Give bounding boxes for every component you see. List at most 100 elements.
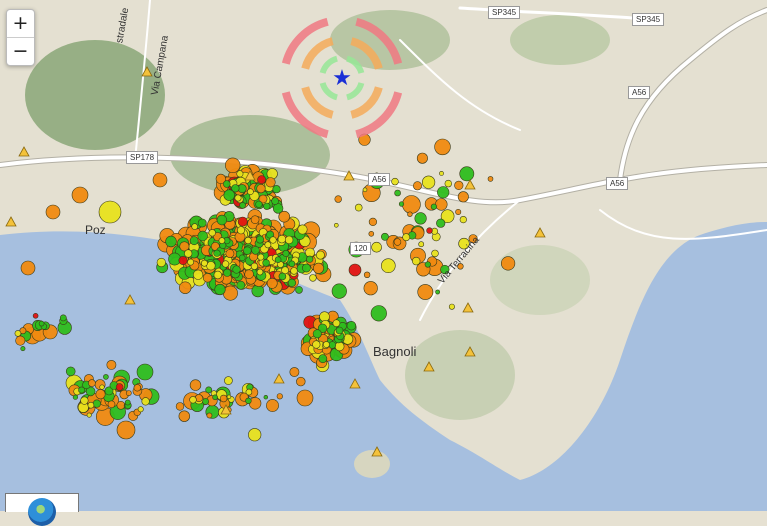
earthquake-dot[interactable] bbox=[368, 231, 375, 237]
earthquake-dot[interactable] bbox=[418, 241, 425, 248]
earthquake-dot[interactable] bbox=[434, 138, 451, 156]
earthquake-dot[interactable] bbox=[334, 341, 345, 352]
earthquake-dot[interactable] bbox=[402, 195, 421, 214]
earthquake-dot[interactable] bbox=[272, 203, 284, 214]
earthquake-dot[interactable] bbox=[236, 170, 244, 178]
earthquake-dot[interactable] bbox=[435, 198, 448, 211]
earthquake-dot[interactable] bbox=[137, 406, 144, 413]
earthquake-dot[interactable] bbox=[92, 399, 101, 408]
earthquake-dot[interactable] bbox=[202, 273, 213, 283]
earthquake-dot[interactable] bbox=[334, 195, 342, 203]
earthquake-dot[interactable] bbox=[38, 320, 45, 327]
earthquake-dot[interactable] bbox=[444, 179, 452, 188]
earthquake-dot[interactable] bbox=[380, 232, 389, 241]
earthquake-dot[interactable] bbox=[244, 269, 254, 279]
earthquake-dot[interactable] bbox=[295, 286, 303, 294]
earthquake-dot[interactable] bbox=[98, 200, 122, 224]
earthquake-dot[interactable] bbox=[331, 283, 347, 299]
earthquake-dot[interactable] bbox=[178, 255, 188, 265]
earthquake-dot[interactable] bbox=[394, 189, 401, 197]
earthquake-dot[interactable] bbox=[266, 399, 279, 412]
earthquake-dot[interactable] bbox=[309, 274, 317, 282]
earthquake-dot[interactable] bbox=[116, 420, 136, 440]
earthquake-dot[interactable] bbox=[231, 184, 240, 193]
earthquake-dot[interactable] bbox=[257, 253, 265, 261]
earthquake-dot[interactable] bbox=[251, 246, 260, 255]
earthquake-dot[interactable] bbox=[156, 257, 166, 268]
earthquake-dot[interactable] bbox=[99, 384, 105, 390]
earthquake-dot[interactable] bbox=[269, 236, 277, 244]
earthquake-dot[interactable] bbox=[448, 303, 455, 310]
earthquake-dot[interactable] bbox=[103, 374, 109, 380]
earthquake-dot[interactable] bbox=[262, 259, 270, 267]
earthquake-dot[interactable] bbox=[263, 202, 271, 210]
earthquake-dot[interactable] bbox=[306, 255, 314, 263]
earthquake-dot[interactable] bbox=[205, 386, 213, 394]
earthquake-dot[interactable] bbox=[225, 249, 235, 258]
earthquake-dot[interactable] bbox=[65, 366, 76, 377]
earthquake-dot[interactable] bbox=[274, 256, 282, 264]
earthquake-dot[interactable] bbox=[152, 172, 168, 188]
earthquake-dot[interactable] bbox=[78, 386, 85, 394]
earthquake-dot[interactable] bbox=[417, 284, 434, 300]
earthquake-dot[interactable] bbox=[455, 209, 462, 216]
earthquake-dot[interactable] bbox=[239, 202, 246, 209]
earthquake-dot[interactable] bbox=[115, 383, 124, 391]
earthquake-dot[interactable] bbox=[106, 359, 117, 370]
earthquake-dot[interactable] bbox=[312, 262, 324, 274]
earthquake-dot[interactable] bbox=[328, 341, 337, 349]
earthquake-dot[interactable] bbox=[250, 215, 260, 224]
earthquake-dot[interactable] bbox=[272, 185, 281, 194]
earthquake-dot[interactable] bbox=[318, 354, 328, 364]
earthquake-dot[interactable] bbox=[116, 400, 126, 410]
earthquake-dot[interactable] bbox=[15, 335, 26, 346]
earthquake-dot[interactable] bbox=[214, 283, 226, 296]
earthquake-dot[interactable] bbox=[371, 241, 382, 253]
earthquake-dot[interactable] bbox=[424, 261, 431, 268]
earthquake-dot[interactable] bbox=[32, 312, 39, 319]
earthquake-dot[interactable] bbox=[322, 341, 330, 348]
earthquake-dot[interactable] bbox=[391, 177, 399, 186]
earthquake-dot[interactable] bbox=[256, 184, 266, 194]
earthquake-dot[interactable] bbox=[412, 181, 422, 191]
earthquake-dot[interactable] bbox=[178, 410, 191, 422]
earthquake-dot[interactable] bbox=[422, 175, 436, 189]
earthquake-dot[interactable] bbox=[179, 281, 192, 294]
earthquake-dot[interactable] bbox=[412, 256, 421, 266]
earthquake-dot[interactable] bbox=[202, 398, 209, 405]
earthquake-dot[interactable] bbox=[133, 384, 142, 392]
earthquake-dot[interactable] bbox=[226, 394, 232, 399]
earthquake-dot[interactable] bbox=[414, 212, 427, 225]
earthquake-dot[interactable] bbox=[255, 200, 263, 208]
earthquake-dot[interactable] bbox=[312, 329, 322, 339]
earthquake-dot[interactable] bbox=[14, 330, 22, 337]
earthquake-dot[interactable] bbox=[243, 246, 252, 255]
earthquake-dot[interactable] bbox=[88, 379, 96, 387]
earthquake-dot[interactable] bbox=[141, 397, 150, 406]
earthquake-dot[interactable] bbox=[362, 187, 368, 193]
earthquake-dot[interactable] bbox=[407, 211, 413, 217]
earthquake-dot[interactable] bbox=[430, 203, 438, 210]
earthquake-dot[interactable] bbox=[95, 389, 106, 400]
earthquake-dot[interactable] bbox=[225, 157, 241, 174]
earthquake-dot[interactable] bbox=[193, 269, 204, 280]
earthquake-dot[interactable] bbox=[20, 346, 26, 352]
earthquake-dot[interactable] bbox=[238, 254, 246, 262]
earthquake-dot[interactable] bbox=[136, 363, 154, 381]
earthquake-dot[interactable] bbox=[189, 236, 199, 246]
earthquake-dot[interactable] bbox=[213, 249, 221, 257]
earthquake-dot[interactable] bbox=[189, 396, 197, 404]
earthquake-dot[interactable] bbox=[315, 250, 325, 260]
earthquake-dot[interactable] bbox=[363, 271, 371, 278]
earthquake-dot[interactable] bbox=[416, 152, 428, 164]
earthquake-dot[interactable] bbox=[431, 249, 439, 258]
earthquake-dot[interactable] bbox=[250, 262, 258, 270]
earthquake-dot[interactable] bbox=[234, 194, 242, 202]
zoom-out-button[interactable]: − bbox=[7, 37, 34, 65]
earthquake-dot[interactable] bbox=[287, 278, 297, 288]
earthquake-dot[interactable] bbox=[80, 396, 89, 405]
earthquake-dot[interactable] bbox=[200, 259, 208, 267]
earthquake-dot[interactable] bbox=[189, 379, 202, 391]
earthquake-dot[interactable] bbox=[213, 270, 223, 280]
earthquake-dot[interactable] bbox=[197, 218, 207, 228]
